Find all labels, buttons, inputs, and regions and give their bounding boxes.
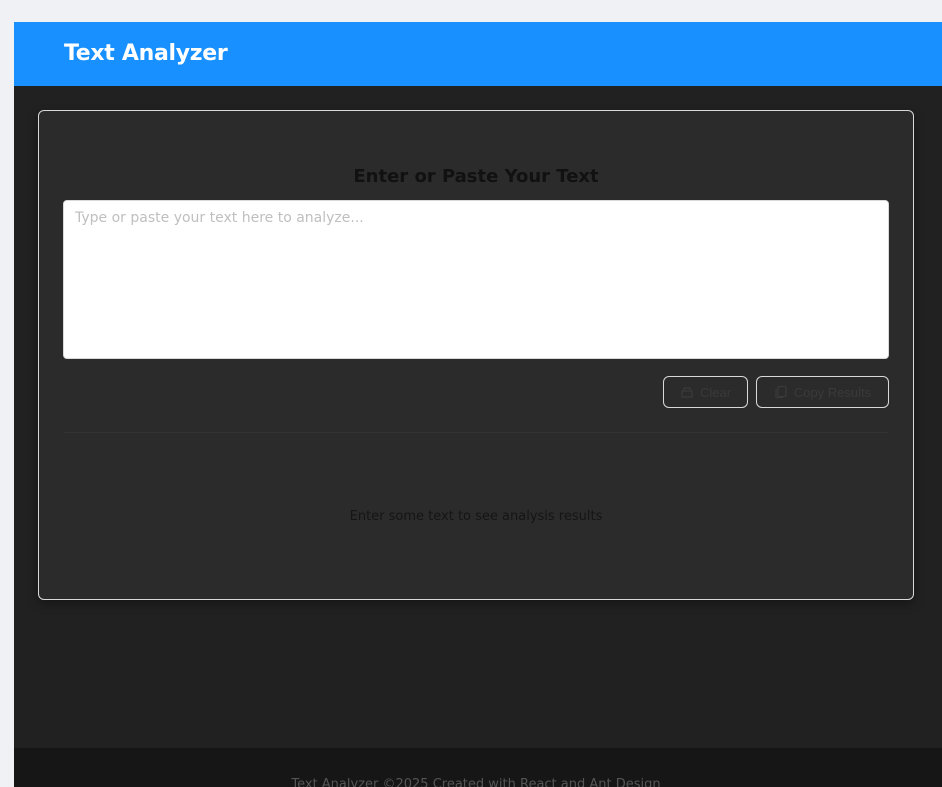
app-title: Text Analyzer <box>64 41 228 66</box>
copy-icon <box>775 385 787 399</box>
clear-button[interactable]: Clear <box>663 376 748 408</box>
clear-icon <box>681 387 693 398</box>
input-heading: Enter or Paste Your Text <box>353 166 599 187</box>
copy-results-button-label: Copy Results <box>793 384 872 400</box>
clear-button-label: Clear <box>699 384 732 400</box>
app-layout: Text Analyzer Enter or Paste Your Text C… <box>14 22 942 787</box>
copy-results-button[interactable]: Copy Results <box>756 376 889 408</box>
analyzer-card: Enter or Paste Your Text Clear Copy Resu… <box>38 110 914 600</box>
footer-text: Text Analyzer ©2025 Created with React a… <box>291 777 661 787</box>
app-footer: Text Analyzer ©2025 Created with React a… <box>14 748 942 787</box>
empty-results-message: Enter some text to see analysis results <box>349 509 603 524</box>
app-header: Text Analyzer <box>14 22 942 86</box>
results-divider <box>63 432 889 433</box>
text-input[interactable] <box>63 200 889 359</box>
